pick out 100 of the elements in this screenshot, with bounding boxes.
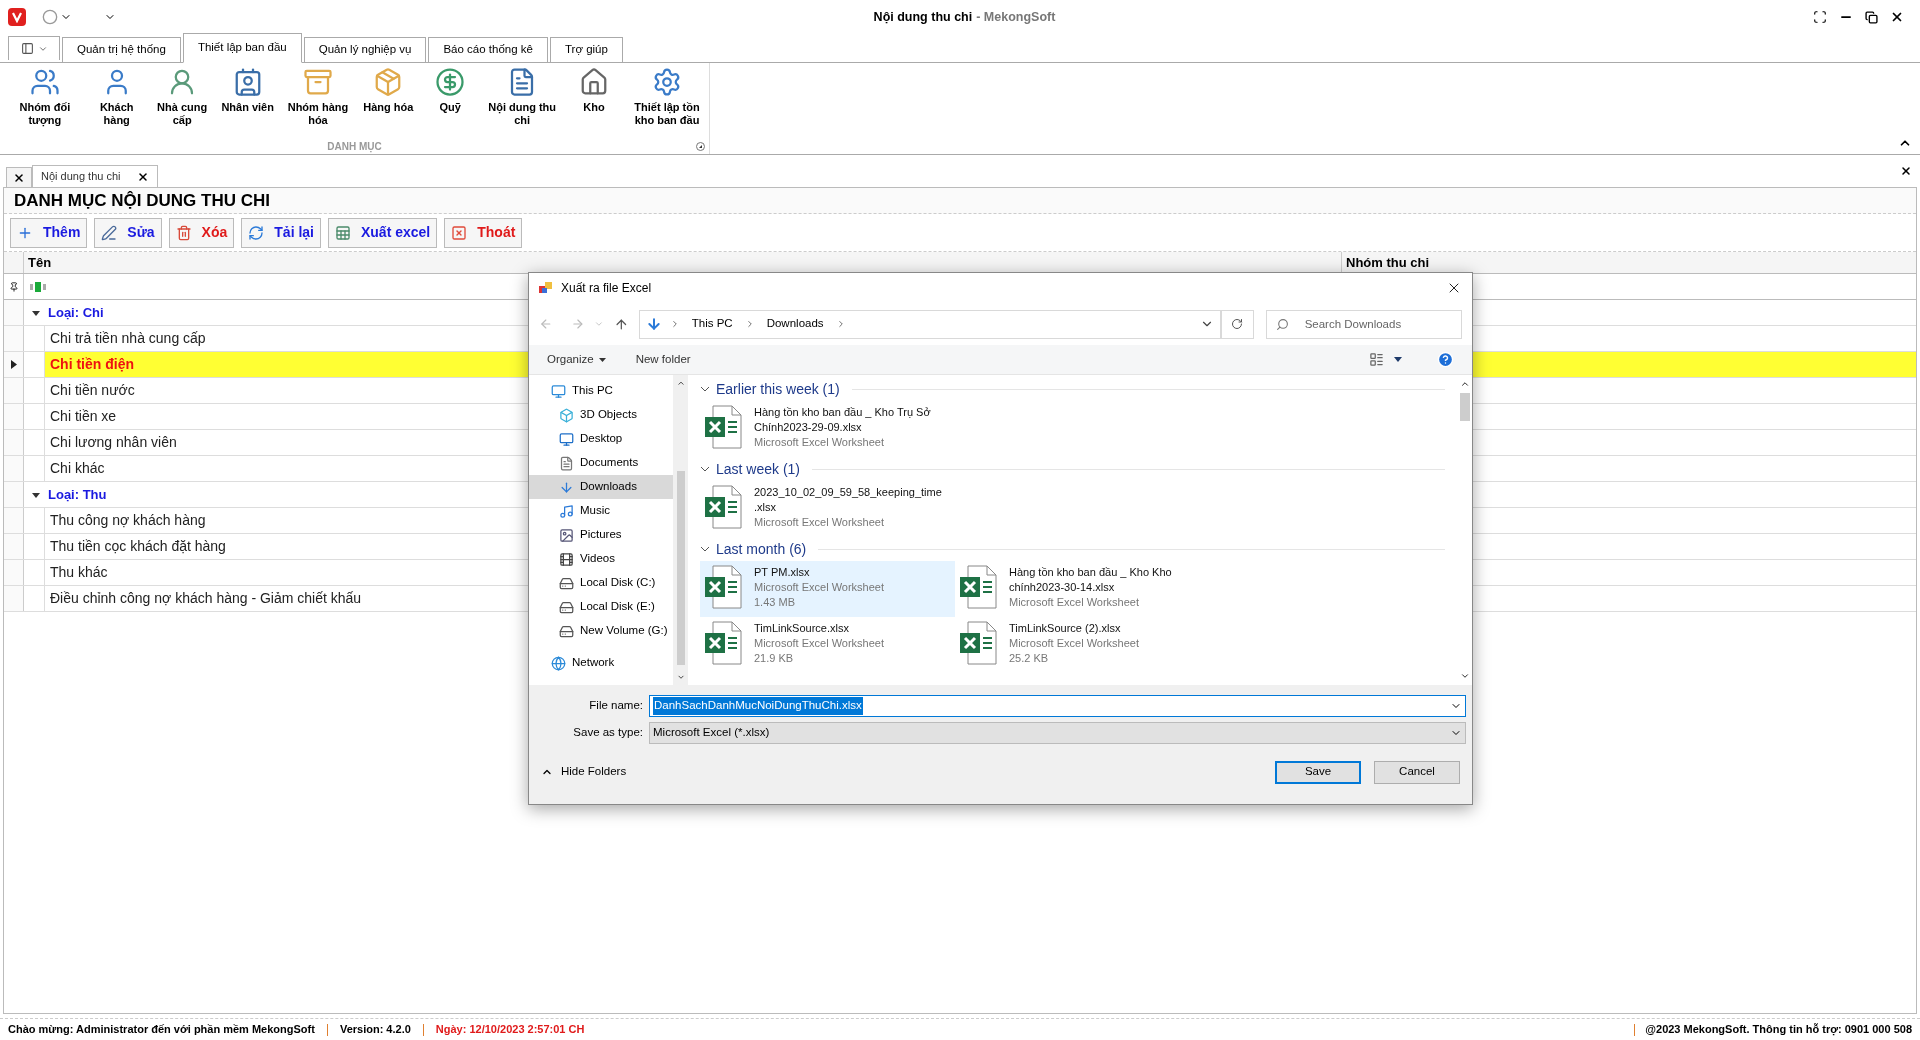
help-icon[interactable] — [1437, 351, 1454, 368]
file-item[interactable]: PT PM.xlsx Microsoft Excel Worksheet 1.43 MB — [700, 561, 955, 617]
ribbon-tab[interactable]: Quản trị hệ thống — [62, 37, 181, 62]
group-header[interactable]: Last month (6) — [716, 538, 807, 560]
toolbar-button[interactable]: Xóa — [168, 217, 235, 248]
delete-icon — [175, 224, 192, 241]
file-item[interactable]: TimLinkSource.xlsx Microsoft Excel Worksheet 21.9 KB — [700, 617, 955, 673]
ribbon-button[interactable]: Nhóm đối tượng — [4, 67, 86, 127]
ribbon-button[interactable]: Nhà cung cấp — [147, 67, 217, 127]
ribbon-group-label: DANH MỤC — [327, 139, 382, 154]
scrollbar-thumb[interactable] — [1459, 393, 1470, 421]
ribbon-button[interactable]: Nhóm hàng hóa — [278, 67, 358, 127]
restore-icon[interactable] — [1865, 10, 1878, 24]
collapse-caret-icon[interactable] — [32, 308, 40, 317]
ribbon-button[interactable]: Khách hàng — [85, 67, 148, 127]
nav-item[interactable]: Downloads — [529, 475, 673, 499]
close-document-icon[interactable] — [1900, 165, 1912, 177]
file-name-field[interactable]: DanhSachDanhMucNoiDungThuChi.xlsx — [649, 695, 1466, 717]
dialog-button[interactable]: Save — [1275, 760, 1361, 784]
file-item[interactable]: Hàng tồn kho ban đầu _ Kho Kho chính2023-30-14.xlsx Microsoft Excel Worksheet — [955, 561, 1210, 617]
nav-item[interactable]: Local Disk (E:) — [529, 595, 673, 619]
close-tab-icon[interactable] — [136, 170, 149, 183]
boxes-icon — [302, 67, 333, 97]
row-header[interactable] — [4, 352, 24, 377]
scrollbar-thumb[interactable] — [676, 471, 685, 665]
view-options-icon[interactable] — [1369, 352, 1384, 367]
ribbon-tab[interactable]: Quản lý nghiệp vụ — [303, 37, 427, 62]
people-icon — [29, 67, 60, 97]
save-type-dropdown[interactable]: Microsoft Excel (*.xlsx) — [649, 722, 1466, 744]
column-header[interactable]: Nhóm thu chi — [1342, 252, 1916, 273]
app-name: - MekongSoft — [976, 8, 1056, 26]
nav-item[interactable]: Network — [529, 651, 673, 675]
ribbon-button[interactable]: Nội dung thu chi — [481, 67, 563, 127]
hide-folders-button[interactable]: Hide Folders — [541, 763, 627, 781]
close-icon — [13, 171, 25, 184]
nav-item[interactable]: New Volume (G:) — [529, 619, 673, 643]
ribbon-button[interactable]: Kho — [563, 67, 625, 114]
collapse-chevron-icon[interactable] — [700, 546, 710, 552]
collapse-chevron-icon[interactable] — [700, 386, 710, 392]
group-label: Loại: Thu — [48, 485, 107, 504]
toolbar-button[interactable]: Xuất excel — [328, 217, 438, 248]
toolbar-button[interactable]: Tải lại — [241, 217, 321, 248]
welcome-text: Chào mừng: Administrator đến với phần mềm MekongSoft — [8, 1022, 315, 1038]
caret-icon[interactable] — [1394, 357, 1402, 362]
close-all-button[interactable] — [6, 167, 32, 187]
download-icon — [559, 479, 574, 495]
nav-item[interactable]: Desktop — [529, 427, 673, 451]
field-label: Save as type: — [572, 725, 644, 741]
scroll-down-icon[interactable] — [1459, 671, 1470, 681]
organize-menu[interactable]: Organize — [547, 350, 606, 369]
drive-icon — [559, 575, 574, 591]
house-icon — [579, 67, 609, 97]
collapse-chevron-icon[interactable] — [700, 466, 710, 472]
group-header[interactable]: Last week (1) — [716, 458, 801, 480]
app-logo-icon — [8, 8, 26, 26]
scroll-up-icon[interactable] — [675, 379, 686, 388]
fullscreen-icon[interactable] — [1813, 10, 1827, 24]
file-item[interactable]: TimLinkSource (2).xlsx Microsoft Excel Worksheet 25.2 KB — [955, 617, 1210, 673]
date-text: Ngày: 12/10/2023 2:57:01 CH — [435, 1022, 585, 1038]
ribbon-tab[interactable]: Báo cáo thống kê — [428, 37, 548, 62]
nav-item[interactable]: Music — [529, 499, 673, 523]
nav-item[interactable]: 3D Objects — [529, 403, 673, 427]
pin-icon — [8, 281, 19, 292]
ribbon-button[interactable]: Quỹ — [419, 67, 482, 114]
group-header[interactable]: Earlier this week (1) — [716, 378, 840, 400]
dialog-launcher-icon[interactable] — [696, 141, 705, 151]
spreadsheet-file-icon — [704, 485, 742, 529]
circle-icon[interactable] — [42, 9, 58, 25]
breadcrumb-item[interactable]: This PC — [691, 315, 733, 333]
ribbon-tab[interactable]: Thiết lập ban đầu — [182, 33, 302, 63]
nav-item[interactable]: Videos — [529, 547, 673, 571]
ribbon-button[interactable]: Thiết lập tồn kho ban đầu — [625, 67, 709, 127]
dialog-button[interactable]: Cancel — [1374, 760, 1460, 784]
toolbar-button[interactable]: Thêm — [10, 217, 88, 248]
ribbon-button[interactable]: Nhân viên — [216, 67, 279, 114]
document-tab[interactable]: Nội dung thu chi — [32, 165, 158, 187]
ribbon-menu-button[interactable] — [8, 36, 60, 60]
refresh-button[interactable] — [1221, 309, 1254, 339]
close-icon[interactable] — [1890, 10, 1904, 24]
filter-icon[interactable] — [30, 282, 46, 292]
file-item[interactable]: Hàng tồn kho ban đầu _ Kho Trụ Sở Chính2023-29-09.xlsx Microsoft Excel Worksheet — [700, 401, 955, 457]
ribbon-tab[interactable]: Trợ giúp — [549, 37, 623, 62]
new-folder-button[interactable]: New folder — [635, 350, 691, 369]
nav-item[interactable]: Local Disk (C:) — [529, 571, 673, 595]
search-field[interactable]: Search Downloads — [1265, 309, 1462, 339]
support-text: @2023 MekongSoft. Thông tin hỗ trợ: 0901 000 508 — [1645, 1022, 1912, 1038]
nav-item[interactable]: This PC — [529, 379, 673, 403]
gears-icon — [652, 67, 682, 97]
file-item[interactable]: 2023_10_02_09_59_58_keeping_time .xlsx Microsoft Excel Worksheet — [700, 481, 955, 537]
toolbar-button[interactable]: Sửa — [94, 217, 162, 248]
scroll-up-icon[interactable] — [1459, 379, 1470, 389]
nav-item[interactable]: Documents — [529, 451, 673, 475]
ribbon-button[interactable]: Hàng hóa — [357, 67, 420, 114]
collapse-caret-icon[interactable] — [32, 490, 40, 499]
window-title: Nội dung thu chi — [873, 8, 973, 26]
breadcrumb-item[interactable]: Downloads — [766, 315, 824, 333]
scrollbar[interactable] — [673, 375, 688, 685]
nav-item[interactable]: Pictures — [529, 523, 673, 547]
spreadsheet-file-icon — [704, 405, 742, 449]
toolbar-button[interactable]: Thoát — [444, 217, 523, 248]
